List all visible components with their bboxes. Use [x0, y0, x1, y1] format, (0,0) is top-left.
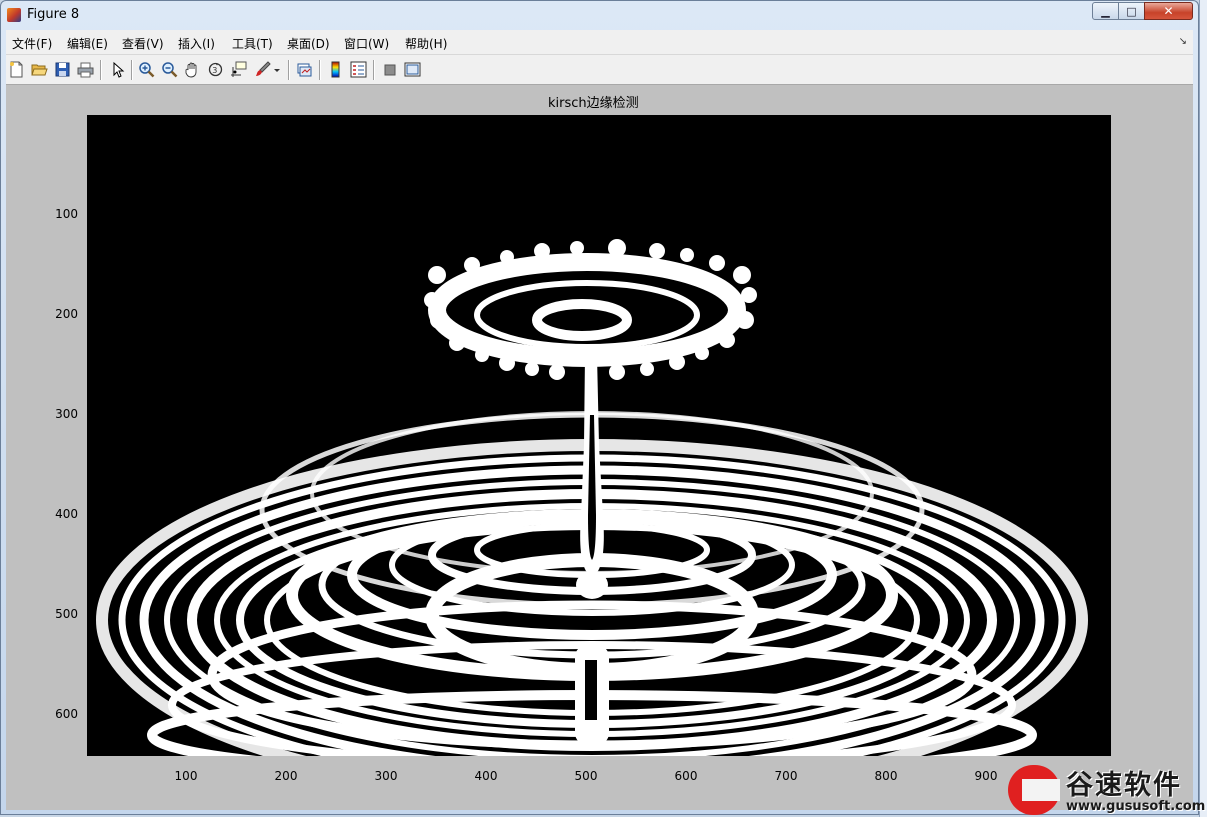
toolbar-separator — [100, 60, 102, 80]
y-tick-label: 300 — [55, 407, 78, 421]
watermark: 谷速软件 www.gususoft.com — [1008, 761, 1207, 817]
brush-dropdown-icon[interactable] — [272, 61, 282, 78]
menu-window[interactable]: 窗口(W) — [344, 35, 389, 52]
new-figure-icon[interactable] — [8, 61, 25, 78]
menu-insert[interactable]: 插入(I) — [178, 35, 215, 52]
link-plot-icon[interactable] — [296, 61, 313, 78]
menu-desktop[interactable]: 桌面(D) — [287, 35, 330, 52]
menu-view[interactable]: 查看(V) — [122, 35, 164, 52]
pan-hand-icon[interactable] — [184, 61, 201, 78]
menu-edit[interactable]: 编辑(E) — [67, 35, 108, 52]
zoom-out-icon[interactable] — [161, 61, 178, 78]
rotate-3d-icon[interactable]: 3 — [207, 61, 224, 78]
background-window-edge — [1199, 0, 1207, 817]
edit-plot-arrow-icon[interactable] — [109, 61, 126, 78]
x-tick-label: 800 — [874, 769, 898, 783]
matlab-app-icon — [7, 8, 21, 22]
y-tick-label: 500 — [55, 607, 78, 621]
menu-tools[interactable]: 工具(T) — [232, 35, 273, 52]
watermark-url: www.gususoft.com — [1066, 799, 1206, 814]
maximize-button[interactable]: □ — [1118, 2, 1145, 20]
zoom-in-icon[interactable] — [138, 61, 155, 78]
svg-text:3: 3 — [212, 66, 217, 75]
x-tick-label: 500 — [574, 769, 598, 783]
colorbar-icon[interactable] — [327, 61, 344, 78]
toolbar-separator — [373, 60, 375, 80]
y-tick-label: 400 — [55, 507, 78, 521]
menu-bar: 文件(F) 编辑(E) 查看(V) 插入(I) 工具(T) 桌面(D) 窗口(W… — [6, 30, 1193, 55]
y-tick-label: 100 — [55, 207, 78, 221]
x-tick-label: 600 — [674, 769, 698, 783]
menu-help[interactable]: 帮助(H) — [405, 35, 447, 52]
x-tick-label: 300 — [374, 769, 398, 783]
toolbar-separator — [131, 60, 133, 80]
data-cursor-icon[interactable] — [230, 61, 247, 78]
y-tick-label: 600 — [55, 707, 78, 721]
x-tick-label: 100 — [174, 769, 198, 783]
print-icon[interactable] — [77, 61, 94, 78]
figure-toolbar: 3 — [6, 55, 1193, 85]
hide-plot-tools-icon[interactable] — [382, 61, 399, 78]
title-bar[interactable]: Figure 8 ▁ □ ✕ — [1, 1, 1198, 29]
figure-client: 文件(F) 编辑(E) 查看(V) 插入(I) 工具(T) 桌面(D) 窗口(W… — [6, 30, 1193, 810]
watermark-logo-icon — [1008, 765, 1060, 815]
menu-file[interactable]: 文件(F) — [12, 35, 52, 52]
toolbar-separator — [288, 60, 290, 80]
window-title: Figure 8 — [27, 7, 80, 22]
x-tick-label: 200 — [274, 769, 298, 783]
show-plot-tools-icon[interactable] — [404, 61, 421, 78]
y-tick-label: 200 — [55, 307, 78, 321]
menu-overflow-arrow-icon[interactable]: ↘ — [1179, 36, 1187, 47]
brush-icon[interactable] — [254, 61, 271, 78]
close-button[interactable]: ✕ — [1144, 2, 1193, 20]
x-tick-label: 900 — [974, 769, 998, 783]
toolbar-separator — [319, 60, 321, 80]
edge-detection-image-axes[interactable] — [87, 115, 1111, 756]
legend-icon[interactable] — [350, 61, 367, 78]
save-icon[interactable] — [54, 61, 71, 78]
watermark-brand: 谷速软件 — [1066, 770, 1182, 801]
minimize-button[interactable]: ▁ — [1092, 2, 1119, 20]
figure-window: Figure 8 ▁ □ ✕ 文件(F) 编辑(E) 查看(V) 插入(I) 工… — [0, 0, 1199, 815]
x-tick-label: 700 — [774, 769, 798, 783]
axes-title: kirsch边缘检测 — [548, 96, 639, 111]
open-file-icon[interactable] — [31, 61, 48, 78]
x-tick-label: 400 — [474, 769, 498, 783]
